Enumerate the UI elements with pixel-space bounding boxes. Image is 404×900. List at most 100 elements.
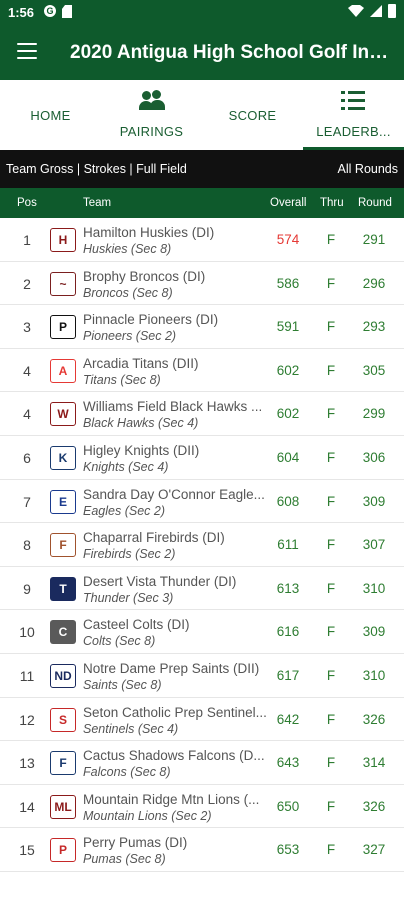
thru-status: F [326,362,336,378]
overall-score: 574 [276,232,300,247]
overall-score: 650 [276,798,300,814]
team-subtitle: Eagles (Sec 2) [83,503,165,518]
team-logo-mark: K [50,445,76,470]
filter-options[interactable]: Team Gross | Strokes | Full Field [6,162,187,176]
team-logo: ~ [50,271,76,296]
team-name: Mountain Ridge Mtn Lions (... [83,791,260,807]
team-name: Williams Field Black Hawks ... [83,399,263,415]
team-logo: F [50,533,76,558]
team-subtitle: Knights (Sec 4) [83,459,169,474]
overall-score: 604 [276,449,300,465]
team-subtitle: Thunder (Sec 3) [83,590,174,605]
row-position: 7 [23,493,31,510]
overall-score: 591 [276,319,300,335]
round-score: 326 [362,711,386,727]
team-logo-mark: A [50,358,76,383]
table-row[interactable]: 11 ND Notre Dame Prep Saints (DII) Saint… [0,654,404,698]
thru-status: F [326,667,336,683]
table-row[interactable]: 3 P Pinnacle Pioneers (DI) Pioneers (Sec… [0,305,404,349]
team-subtitle: Broncos (Sec 8) [83,285,173,300]
round-score: 310 [362,580,386,596]
tab-bar: HOME PAIRINGS SCORE LEADERB... [0,80,404,150]
team-logo-mark: ND [50,663,76,688]
table-row[interactable]: 4 W Williams Field Black Hawks ... Black… [0,392,404,436]
round-score: 327 [362,842,386,858]
team-logo: F [50,751,76,776]
team-name: Sandra Day O'Connor Eagle... [83,486,265,502]
round-score: 296 [362,275,386,291]
team-name: Desert Vista Thunder (DI) [83,573,237,589]
overall-score: 608 [276,493,300,509]
team-subtitle: Firebirds (Sec 2) [83,547,176,562]
overall-score: 643 [276,755,300,771]
table-row[interactable]: 7 E Sandra Day O'Connor Eagle... Eagles … [0,480,404,524]
tab-home-label: HOME [30,108,71,123]
table-row[interactable]: 10 C Casteel Colts (DI) Colts (Sec 8) 61… [0,610,404,654]
thru-status: F [326,449,336,465]
team-logo: ND [50,663,76,688]
table-row[interactable]: 4 A Arcadia Titans (DII) Titans (Sec 8) … [0,349,404,393]
team-subtitle: Pumas (Sec 8) [83,852,166,867]
tab-score[interactable]: SCORE [202,80,303,150]
table-row[interactable]: 13 F Cactus Shadows Falcons (D... Falcon… [0,741,404,785]
overall-score: 642 [276,711,300,727]
table-row[interactable]: 1 H Hamilton Huskies (DI) Huskies (Sec 8… [0,218,404,262]
team-logo: P [50,838,76,863]
thru-status: F [326,624,336,640]
table-row[interactable]: 8 F Chaparral Firebirds (DI) Firebirds (… [0,523,404,567]
team-name: Casteel Colts (DI) [83,617,190,633]
team-name: Chaparral Firebirds (DI) [83,530,225,546]
round-score: 310 [362,667,386,683]
round-score: 305 [362,362,386,378]
team-subtitle: Sentinels (Sec 4) [83,721,179,736]
team-subtitle: Mountain Lions (Sec 2) [83,808,212,823]
row-position: 9 [23,580,31,597]
team-logo-mark: C [50,620,76,645]
table-row[interactable]: 6 K Higley Knights (DII) Knights (Sec 4)… [0,436,404,480]
table-row[interactable]: 9 T Desert Vista Thunder (DI) Thunder (S… [0,567,404,611]
thru-status: F [326,537,336,553]
tab-leaderboard[interactable]: LEADERB... [303,80,404,150]
team-logo-mark: E [50,489,76,514]
thru-status: F [326,319,336,335]
row-position: 1 [23,232,31,248]
table-row[interactable]: 2 ~ Brophy Broncos (DI) Broncos (Sec 8) … [0,262,404,306]
team-logo-mark: T [50,576,76,601]
table-row[interactable]: 15 P Perry Pumas (DI) Pumas (Sec 8) 653 … [0,828,404,872]
table-header: Pos Team Overall Thru Round [0,188,404,218]
tab-pairings[interactable]: PAIRINGS [101,80,202,150]
thru-status: F [326,232,336,247]
thru-status: F [326,580,336,596]
team-logo: H [50,228,76,252]
col-overall: Overall [270,197,307,209]
thru-status: F [326,275,336,291]
team-logo: W [50,402,76,427]
round-score: 326 [362,798,386,814]
tab-leaderboard-label: LEADERB... [316,124,391,139]
row-position: 2 [23,275,31,292]
team-logo: K [50,445,76,470]
round-score: 306 [362,449,386,465]
g-notification-icon: G [44,5,56,17]
round-selector[interactable]: All Rounds [338,162,398,176]
team-logo: A [50,358,76,383]
status-bar: 1:56 G [0,0,404,26]
row-position: 10 [19,624,35,641]
table-row[interactable]: 14 ML Mountain Ridge Mtn Lions (... Moun… [0,785,404,829]
team-logo-mark: F [50,751,76,776]
round-score: 309 [362,624,386,640]
team-name: Brophy Broncos (DI) [83,268,206,284]
team-logo-mark: H [50,228,76,252]
people-icon [138,90,165,112]
team-logo-mark: F [50,533,76,558]
col-team: Team [83,197,112,209]
menu-icon[interactable] [17,43,37,59]
table-row[interactable]: 12 S Seton Catholic Prep Sentinel... Sen… [0,698,404,742]
row-position: 15 [19,842,35,859]
overall-score: 616 [276,624,300,640]
thru-status: F [326,711,336,727]
row-position: 6 [23,449,31,466]
team-name: Hamilton Huskies (DI) [83,225,215,240]
tab-home[interactable]: HOME [0,80,101,150]
team-logo: ML [50,794,76,819]
